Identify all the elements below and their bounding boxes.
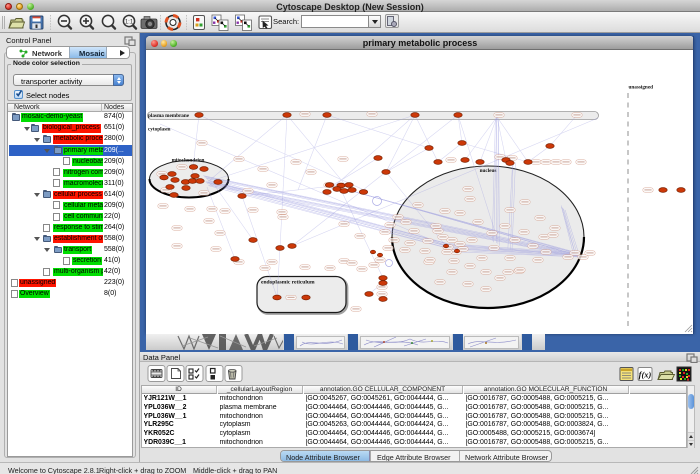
svg-text:unassigned: unassigned bbox=[629, 85, 654, 91]
svg-text:endoplasmic reticulum: endoplasmic reticulum bbox=[261, 280, 315, 286]
svg-text:mitochondrion: mitochondrion bbox=[172, 158, 205, 164]
svg-text:f(x): f(x) bbox=[639, 370, 652, 380]
svg-text:plasma membrane: plasma membrane bbox=[148, 113, 190, 119]
